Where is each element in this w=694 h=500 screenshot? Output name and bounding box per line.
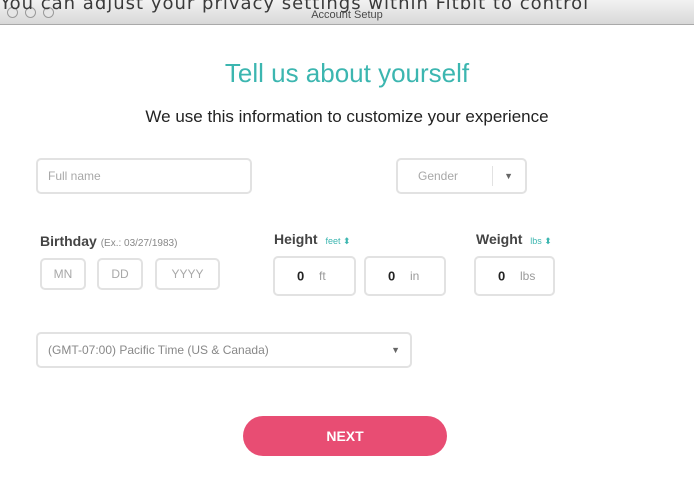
- birth-month-placeholder: MN: [53, 267, 73, 281]
- height-label-text: Height: [274, 231, 318, 247]
- gender-select[interactable]: Gender ▼: [396, 158, 527, 194]
- gender-value: Gender: [418, 169, 459, 183]
- height-unit-select[interactable]: feet ⬍: [325, 236, 350, 246]
- birthday-label: Birthday (Ex.: 03/27/1983): [40, 233, 177, 249]
- height-inches-unit: in: [410, 269, 420, 283]
- birth-day-placeholder: DD: [111, 267, 129, 281]
- birth-day-input[interactable]: DD: [97, 258, 143, 290]
- height-feet-value: 0: [297, 268, 305, 284]
- weight-label: Weight lbs ⬍: [476, 231, 552, 247]
- next-button[interactable]: NEXT: [243, 416, 447, 456]
- page-title: Tell us about yourself: [224, 58, 470, 88]
- height-feet-unit: ft: [319, 269, 326, 283]
- timezone-value: (GMT-07:00) Pacific Time (US & Canada): [48, 343, 269, 357]
- full-name-placeholder: Full name: [48, 169, 101, 183]
- birth-year-input[interactable]: YYYY: [155, 258, 220, 290]
- height-inches-input[interactable]: 0 in: [364, 256, 446, 296]
- birth-month-input[interactable]: MN: [40, 258, 86, 290]
- height-inches-value: 0: [388, 268, 396, 284]
- weight-label-text: Weight: [476, 231, 523, 247]
- weight-unit-select[interactable]: lbs ⬍: [530, 236, 552, 246]
- birth-year-placeholder: YYYY: [171, 267, 204, 281]
- weight-unit: lbs: [520, 269, 536, 283]
- full-name-input[interactable]: Full name: [36, 158, 252, 194]
- height-feet-input[interactable]: 0 ft: [273, 256, 356, 296]
- height-label: Height feet ⬍: [274, 231, 351, 247]
- chevron-down-icon: ▼: [391, 345, 400, 355]
- window-title: Account Setup: [311, 9, 383, 21]
- weight-input[interactable]: 0 lbs: [474, 256, 555, 296]
- weight-value: 0: [498, 268, 506, 284]
- timezone-select[interactable]: (GMT-07:00) Pacific Time (US & Canada) ▼: [36, 332, 412, 368]
- page-subtitle: We use this information to customize you…: [145, 107, 549, 126]
- birthday-hint: (Ex.: 03/27/1983): [100, 238, 178, 249]
- chevron-down-icon: ▼: [504, 171, 513, 181]
- birthday-label-text: Birthday: [40, 233, 97, 249]
- gender-divider: [492, 166, 493, 186]
